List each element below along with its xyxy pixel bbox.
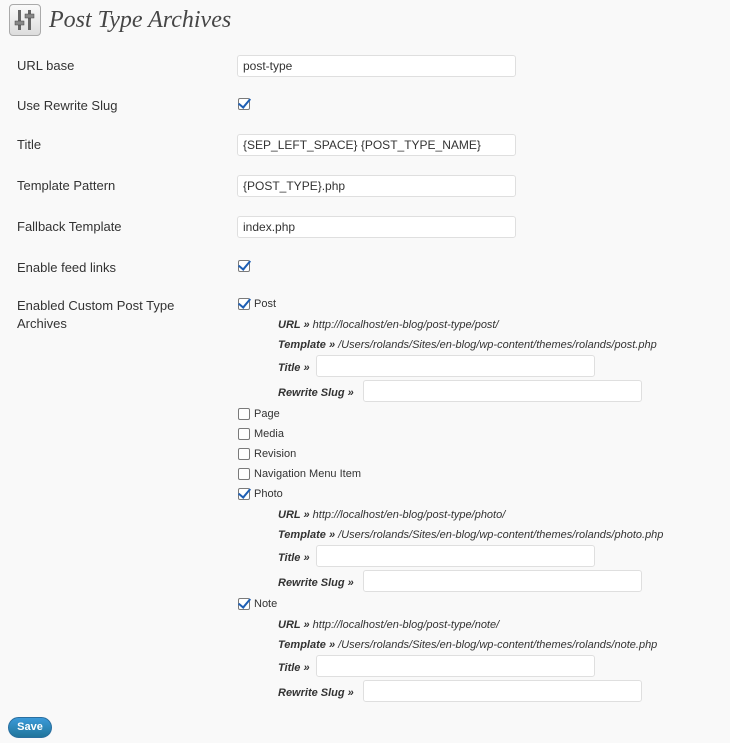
enabled-archives-label-line2: Archives (17, 316, 67, 331)
enable-feed-links-label: Enable feed links (17, 260, 117, 275)
note-url-row: URL » http://localhost/en-blog/post-type… (278, 618, 499, 632)
photo-title-label: Title » (278, 552, 310, 564)
note-checkbox[interactable] (238, 598, 250, 610)
post-rewrite-slug-label: Rewrite Slug » (278, 387, 354, 399)
note-rewrite-slug-label: Rewrite Slug » (278, 687, 354, 699)
photo-template: /Users/rolands/Sites/en-blog/wp-content/… (338, 529, 664, 541)
photo-url: http://localhost/en-blog/post-type/photo… (312, 509, 506, 521)
post-checkbox[interactable] (238, 298, 250, 310)
photo-template-label: Template » (278, 529, 336, 541)
save-button[interactable]: Save (8, 717, 52, 738)
media-label: Media (254, 428, 284, 440)
note-url-label: URL » (278, 619, 310, 631)
photo-title-input[interactable] (316, 545, 595, 567)
template-pattern-label: Template Pattern (17, 178, 116, 193)
page-checkbox[interactable] (238, 408, 250, 420)
use-rewrite-slug-label: Use Rewrite Slug (17, 98, 118, 113)
media-checkbox[interactable] (238, 428, 250, 440)
photo-rewrite-slug-input[interactable] (363, 570, 642, 592)
page-label: Page (254, 408, 280, 420)
note-rewrite-slug-input[interactable] (363, 680, 642, 702)
note-template-row: Template » /Users/rolands/Sites/en-blog/… (278, 638, 657, 652)
post-url-label: URL » (278, 319, 310, 331)
post-title-label: Title » (278, 362, 310, 374)
revision-label: Revision (254, 448, 297, 460)
note-template: /Users/rolands/Sites/en-blog/wp-content/… (338, 639, 658, 651)
post-rewrite-slug-input[interactable] (363, 380, 642, 402)
photo-url-row: URL » http://localhost/en-blog/post-type… (278, 508, 505, 522)
note-title-input[interactable] (316, 655, 595, 677)
post-url-row: URL » http://localhost/en-blog/post-type… (278, 318, 499, 332)
template-pattern-input[interactable] (237, 175, 516, 197)
url-base-label: URL base (17, 58, 75, 73)
fallback-template-label: Fallback Template (17, 219, 122, 234)
post-url: http://localhost/en-blog/post-type/post/ (312, 319, 499, 331)
title-input[interactable] (237, 134, 516, 156)
use-rewrite-slug-checkbox[interactable] (238, 98, 250, 110)
enabled-archives-label: Enabled Custom Post Type (17, 298, 175, 313)
note-template-label: Template » (278, 639, 336, 651)
post-label: Post (254, 298, 277, 310)
photo-rewrite-slug-label: Rewrite Slug » (278, 577, 354, 589)
settings-sliders-icon (9, 4, 41, 36)
note-label: Note (254, 598, 278, 610)
photo-url-label: URL » (278, 509, 310, 521)
post-template: /Users/rolands/Sites/en-blog/wp-content/… (338, 339, 657, 351)
title-label: Title (17, 137, 42, 152)
post-title-input[interactable] (316, 355, 595, 377)
nav-menu-item-checkbox[interactable] (238, 468, 250, 480)
photo-checkbox[interactable] (238, 488, 250, 500)
fallback-template-input[interactable] (237, 216, 516, 238)
post-template-row: Template » /Users/rolands/Sites/en-blog/… (278, 338, 657, 352)
url-base-input[interactable] (237, 55, 516, 77)
revision-checkbox[interactable] (238, 448, 250, 460)
note-url: http://localhost/en-blog/post-type/note/ (312, 619, 500, 631)
nav-menu-item-label: Navigation Menu Item (254, 468, 361, 480)
photo-label: Photo (254, 488, 283, 500)
enable-feed-links-checkbox[interactable] (238, 260, 250, 272)
photo-template-row: Template » /Users/rolands/Sites/en-blog/… (278, 528, 663, 542)
post-template-label: Template » (278, 339, 336, 351)
page-title: Post Type Archives (49, 7, 232, 33)
note-title-label: Title » (278, 662, 310, 674)
